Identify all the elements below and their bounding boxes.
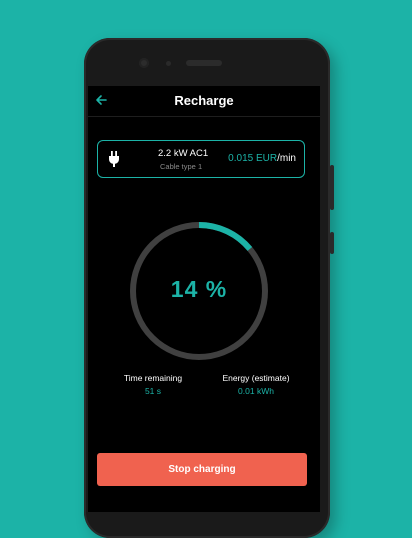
front-camera: [139, 58, 149, 68]
plug-icon: [109, 151, 119, 167]
charger-power: 2.2 kW AC1: [158, 148, 209, 159]
price-amount: 0.015 EUR: [228, 153, 278, 164]
proximity-sensor: [166, 61, 171, 66]
charge-percentage: 14 %: [170, 276, 228, 302]
time-remaining-value: 51 s: [144, 386, 162, 396]
energy-estimate-label: Energy (estimate): [222, 373, 290, 383]
cable-type: Cable type 1: [160, 162, 203, 171]
price-unit: /min: [277, 153, 296, 164]
time-remaining-label: Time remaining: [123, 373, 183, 383]
stop-charging-button[interactable]: Stop charging: [97, 453, 307, 486]
earpiece-speaker: [186, 60, 222, 66]
app-screen: Recharge 2.2 kW AC1 Cable type 1 0.015 E…: [88, 86, 320, 512]
volume-button: [330, 165, 334, 210]
power-button: [330, 232, 334, 254]
energy-estimate-value: 0.01 kWh: [238, 386, 274, 396]
app-bar: Recharge: [88, 86, 320, 116]
header-divider: [88, 116, 320, 117]
charging-price: 0.015 EUR/min: [228, 153, 296, 164]
charger-info-card: 2.2 kW AC1 Cable type 1 0.015 EUR/min: [97, 140, 305, 178]
page-title: Recharge: [174, 93, 234, 108]
